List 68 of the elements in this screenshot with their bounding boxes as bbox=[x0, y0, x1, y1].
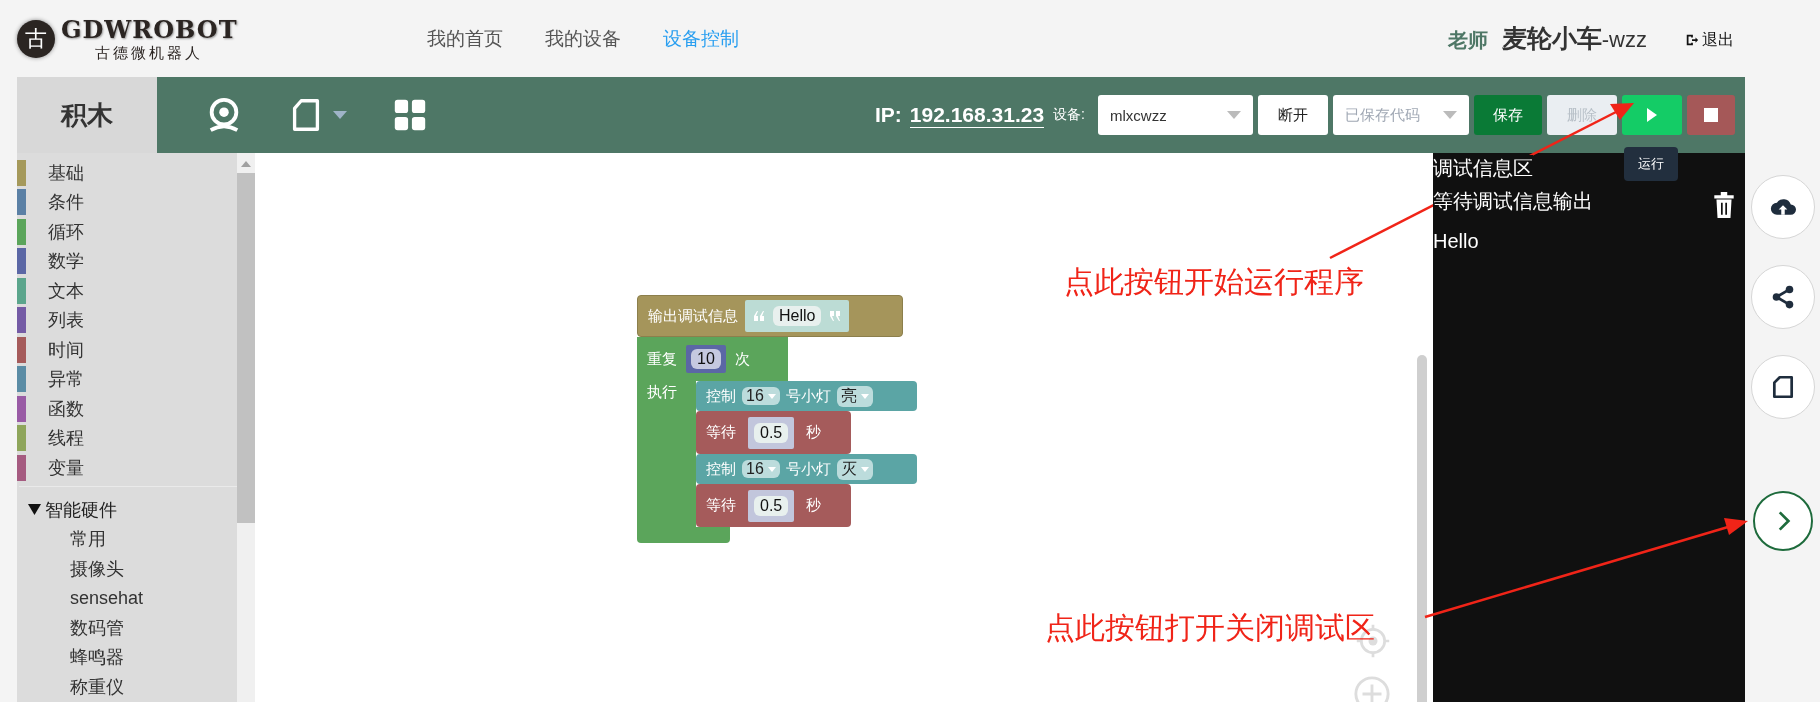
category-item[interactable]: 时间 bbox=[17, 335, 237, 365]
ip-address: 192.168.31.23 bbox=[909, 102, 1045, 128]
light-control-block[interactable]: 控制 16 号小灯 灭 bbox=[696, 454, 917, 484]
wait-block[interactable]: 等待 0.5 秒 bbox=[696, 411, 851, 454]
logout-icon bbox=[1685, 33, 1699, 47]
run-button[interactable] bbox=[1622, 95, 1682, 135]
nav-link[interactable]: 我的首页 bbox=[427, 25, 503, 52]
category-item[interactable]: 条件 bbox=[17, 187, 237, 217]
save-button[interactable]: 保存 bbox=[1474, 95, 1542, 135]
blocks-tab[interactable]: 积木 bbox=[17, 77, 157, 153]
device-select[interactable]: mlxcwzz bbox=[1098, 95, 1253, 135]
pin-dropdown[interactable]: 16 bbox=[742, 387, 780, 405]
debug-title: 调试信息区 bbox=[1433, 155, 1533, 181]
category-item[interactable]: sensehat bbox=[17, 583, 237, 613]
quote-icon bbox=[753, 311, 765, 321]
category-item[interactable]: 异常 bbox=[17, 364, 237, 394]
logout-link[interactable]: 退出 bbox=[1685, 29, 1734, 51]
category-item[interactable]: 称重仪 bbox=[17, 672, 237, 702]
device-label: 设备: bbox=[1053, 106, 1085, 124]
category-item[interactable]: 数码管 bbox=[17, 613, 237, 643]
wait-block[interactable]: 等待 0.5 秒 bbox=[696, 484, 851, 527]
annotation-text: 点此按钮打开关闭调试区 bbox=[1045, 610, 1375, 646]
stop-button[interactable] bbox=[1687, 95, 1735, 135]
category-item[interactable]: 函数 bbox=[17, 394, 237, 424]
play-icon bbox=[1647, 108, 1657, 122]
category-item[interactable]: 列表 bbox=[17, 305, 237, 335]
user-role: 老师 bbox=[1447, 28, 1488, 53]
run-tooltip: 运行 bbox=[1624, 147, 1678, 181]
disconnect-button[interactable]: 断开 bbox=[1258, 95, 1328, 135]
print-block[interactable]: 输出调试信息 Hello bbox=[637, 295, 903, 337]
category-item[interactable]: 摄像头 bbox=[17, 554, 237, 584]
annotation-text: 点此按钮开始运行程序 bbox=[1064, 264, 1364, 300]
trash-icon[interactable] bbox=[1713, 191, 1735, 219]
caret-icon bbox=[1443, 111, 1457, 119]
category-item[interactable]: 基础 bbox=[17, 158, 237, 188]
scrollbar-thumb[interactable] bbox=[1417, 355, 1427, 702]
logo-name: GDWROBOT bbox=[61, 14, 238, 44]
caret-icon bbox=[767, 393, 776, 399]
light-control-block[interactable]: 控制 16 号小灯 亮 bbox=[696, 381, 917, 411]
user-suffix: -wzz bbox=[1601, 27, 1647, 53]
logo-subtitle: 古德微机器人 bbox=[95, 43, 204, 63]
number-value[interactable]: 0.5 bbox=[754, 495, 789, 516]
quote-icon bbox=[829, 311, 842, 321]
state-dropdown[interactable]: 灭 bbox=[836, 458, 873, 480]
pin-dropdown[interactable]: 16 bbox=[742, 460, 780, 478]
number-value[interactable]: 10 bbox=[691, 349, 721, 369]
state-dropdown[interactable]: 亮 bbox=[836, 385, 873, 407]
user-name: 麦轮小车 bbox=[1501, 23, 1602, 54]
category-item[interactable]: 线程 bbox=[17, 423, 237, 453]
category-group[interactable]: 智能硬件 bbox=[17, 494, 237, 525]
category-item[interactable]: 数学 bbox=[17, 246, 237, 276]
logo-mark: 古 bbox=[17, 19, 55, 58]
category-item[interactable]: 蜂鸣器 bbox=[17, 642, 237, 672]
caret-icon bbox=[767, 466, 776, 472]
category-item[interactable]: 变量 bbox=[17, 453, 237, 483]
repeat-block[interactable]: 重复 10 次 执行 控制 16 号小灯 亮 等待 0.5 秒 控制 16 号小灯 灭 等待 0.5 秒 bbox=[637, 337, 917, 543]
category-item[interactable]: 常用 bbox=[17, 524, 237, 554]
category-item[interactable]: 文本 bbox=[17, 276, 237, 306]
caret-icon bbox=[860, 466, 869, 472]
scrollbar-thumb[interactable] bbox=[237, 173, 255, 523]
nav-link[interactable]: 我的设备 bbox=[545, 25, 621, 52]
number-value[interactable]: 0.5 bbox=[754, 422, 789, 443]
caret-icon bbox=[860, 393, 869, 399]
ip-label: IP: bbox=[874, 103, 902, 127]
caret-icon bbox=[1227, 111, 1241, 119]
text-value[interactable]: Hello bbox=[773, 306, 822, 326]
stop-icon bbox=[1704, 108, 1718, 122]
category-item[interactable]: 循环 bbox=[17, 217, 237, 247]
